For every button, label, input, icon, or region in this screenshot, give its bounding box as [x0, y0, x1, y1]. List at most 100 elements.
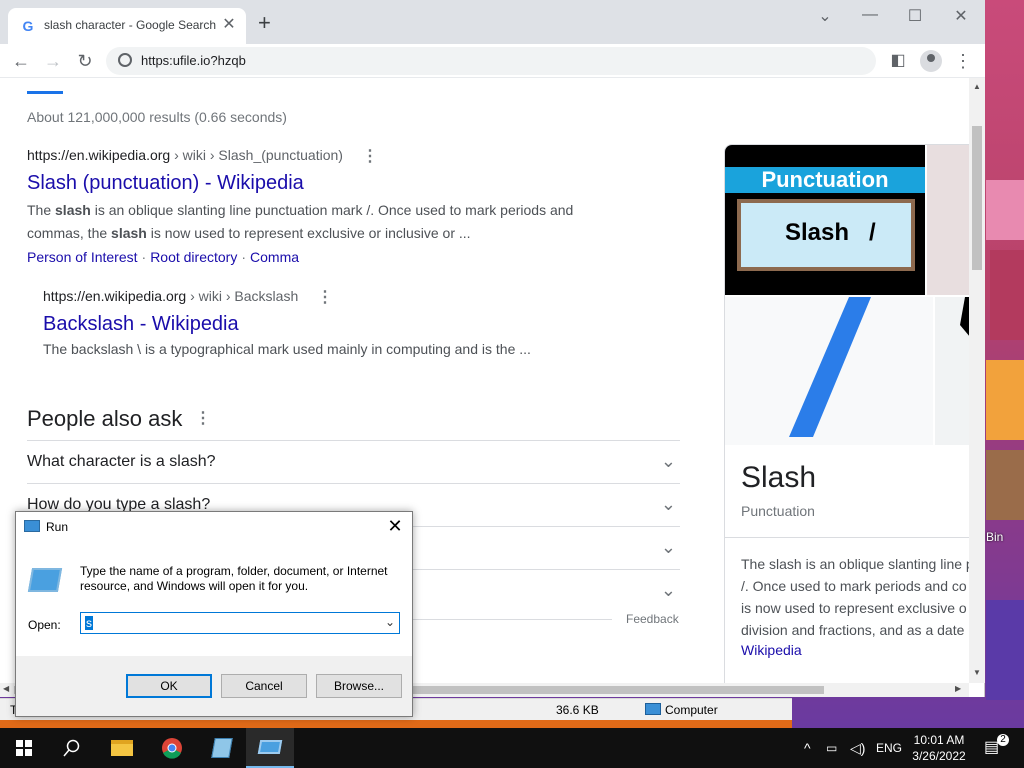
browse-button[interactable]: Browse...	[316, 674, 402, 698]
kp-image-2[interactable]	[927, 145, 969, 295]
snippet-bold: slash	[55, 202, 91, 218]
active-tab-underline	[27, 91, 63, 94]
chevron-down-icon[interactable]: ⌄	[385, 615, 395, 629]
chrome-icon	[162, 738, 182, 759]
side-panel-icon[interactable]: ◧	[887, 50, 909, 72]
browser-toolbar: ← → ↻ https:ufile.io?hzqb ◧ ⋮	[0, 44, 985, 78]
chevron-down-icon: ⌄	[660, 451, 676, 471]
chevron-down-icon: ⌄	[660, 580, 676, 600]
back-arrow-icon[interactable]: ←	[10, 50, 32, 72]
result-more-icon[interactable]: ⋮	[362, 146, 378, 166]
network-icon[interactable]: ▭	[826, 728, 837, 768]
vertical-scrollbar[interactable]: ▲ ▼	[969, 78, 985, 683]
sitelink[interactable]: Person of Interest	[27, 249, 138, 265]
scrollbar-thumb[interactable]	[972, 126, 982, 270]
result-cite[interactable]: https://en.wikipedia.org › wiki › Slash_…	[27, 147, 343, 163]
minimize-button[interactable]: —	[855, 6, 885, 24]
wallpaper-block	[990, 250, 1024, 340]
clock-date: 3/26/2022	[912, 749, 966, 763]
kp-image-box: Slash /	[737, 199, 915, 271]
result-title-link[interactable]: Backslash - Wikipedia	[43, 313, 239, 336]
paa-question[interactable]: What character is a slash? ⌄	[27, 440, 680, 483]
result-title-link[interactable]: Slash (punctuation) - Wikipedia	[27, 172, 304, 195]
notification-icon[interactable]: ▤	[984, 728, 999, 768]
snippet-bold: slash	[111, 225, 147, 241]
paa-question-text: What character is a slash?	[27, 453, 216, 470]
snippet-text: is now used to represent exclusive or in…	[146, 225, 471, 241]
tab-close-icon[interactable]: ✕	[220, 16, 238, 34]
volume-icon[interactable]: ◁)	[850, 728, 865, 768]
sitelink-separator: ·	[141, 249, 147, 265]
run-dialog: Run ✕ Type the name of a program, folder…	[15, 511, 413, 717]
taskbar-run[interactable]	[246, 728, 294, 768]
run-program-icon	[27, 568, 63, 592]
search-icon	[63, 739, 80, 757]
kp-image-4[interactable]	[935, 297, 969, 445]
run-titlebar[interactable]: Run ✕	[16, 512, 412, 542]
snippet-text: is an oblique slanting line punctuation …	[90, 202, 574, 218]
snippet-text: The	[27, 202, 56, 218]
cancel-button[interactable]: Cancel	[221, 674, 307, 698]
maximize-button[interactable]: ☐	[900, 6, 930, 26]
feedback-link[interactable]: Feedback	[626, 612, 679, 626]
scroll-left-icon[interactable]: ◀	[3, 684, 9, 693]
scroll-down-icon[interactable]: ▼	[973, 668, 981, 677]
scroll-up-icon[interactable]: ▲	[973, 82, 981, 91]
kp-image-slash[interactable]	[725, 297, 933, 445]
run-title: Run	[46, 520, 69, 534]
cite-host: https://en.wikipedia.org	[43, 288, 187, 304]
clock[interactable]: 10:01 AM 3/26/2022	[904, 732, 974, 764]
run-footer: OK Cancel Browse...	[16, 656, 412, 716]
notification-badge: 2	[997, 734, 1009, 746]
language-indicator[interactable]: ENG	[876, 728, 902, 768]
search-button[interactable]	[48, 728, 96, 768]
paa-more-icon[interactable]: ⋮	[195, 408, 211, 428]
taskbar-chrome[interactable]	[148, 728, 196, 768]
close-window-button[interactable]: ✕	[946, 6, 976, 26]
recycle-bin-label[interactable]: Bin	[986, 530, 1003, 544]
taskbar-file-explorer[interactable]	[98, 728, 146, 768]
open-combobox[interactable]: s ⌄	[80, 612, 400, 634]
close-icon[interactable]: ✕	[384, 516, 406, 537]
reload-icon[interactable]: ↻	[74, 50, 96, 72]
taskbar-app[interactable]	[198, 728, 246, 768]
windows-logo-icon	[16, 740, 32, 756]
cite-path: › wiki › Slash_(punctuation)	[170, 147, 343, 163]
site-info-icon[interactable]	[118, 53, 132, 67]
open-input-value[interactable]: s	[85, 616, 93, 630]
tab-search-icon[interactable]: ⌄	[810, 6, 840, 26]
kp-image-punctuation[interactable]: Punctuation Slash /	[725, 145, 925, 295]
scroll-right-icon[interactable]: ▶	[955, 684, 961, 693]
result-more-icon[interactable]: ⋮	[317, 287, 333, 307]
sitelink[interactable]: Comma	[250, 249, 299, 265]
menu-kebab-icon[interactable]: ⋮	[952, 50, 974, 72]
new-tab-button[interactable]: +	[258, 12, 271, 34]
sitelink[interactable]: Root directory	[150, 249, 237, 265]
start-button[interactable]	[0, 728, 48, 768]
divider	[725, 537, 969, 538]
profile-avatar[interactable]	[920, 50, 942, 72]
result-cite[interactable]: https://en.wikipedia.org › wiki › Backsl…	[43, 288, 298, 304]
slash-glyph-icon	[789, 297, 871, 437]
forward-arrow-icon[interactable]: →	[42, 50, 64, 72]
tab-google-search[interactable]: G slash character - Google Search ✕	[8, 8, 246, 44]
knowledge-panel: Punctuation Slash / Slash Punctuation Th…	[724, 144, 969, 683]
sitelink-separator: ·	[241, 249, 247, 265]
chevron-down-icon: ⌄	[660, 537, 676, 557]
explorer-window-strip	[0, 720, 792, 728]
kp-image-text: Slash /	[785, 219, 876, 246]
result-stats: About 121,000,000 results (0.66 seconds)	[27, 109, 287, 125]
explorer-status-size: 36.6 KB	[556, 703, 599, 717]
cite-host: https://en.wikipedia.org	[27, 147, 171, 163]
kp-desc-line: is now used to represent exclusive o	[741, 600, 967, 616]
address-url[interactable]: https:ufile.io?hzqb	[141, 53, 246, 68]
address-bar[interactable]: https:ufile.io?hzqb	[106, 47, 876, 75]
ok-button[interactable]: OK	[126, 674, 212, 698]
kp-source-link[interactable]: Wikipedia	[741, 642, 802, 658]
open-label: Open:	[28, 618, 61, 632]
chevron-up-icon[interactable]: ^	[804, 728, 811, 768]
app-icon	[211, 738, 233, 758]
kp-desc-line: The slash is an oblique slanting line p	[741, 556, 969, 572]
sitelinks: Person of Interest · Root directory · Comma	[27, 249, 299, 265]
computer-icon	[645, 703, 661, 715]
